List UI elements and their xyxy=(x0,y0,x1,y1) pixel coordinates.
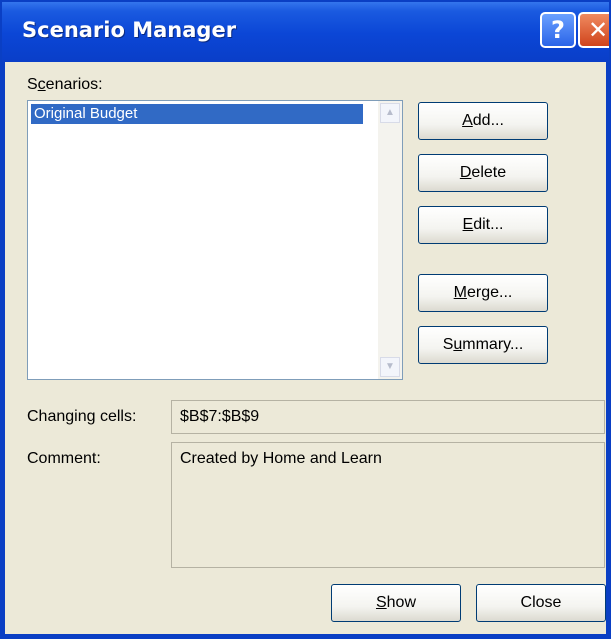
scroll-up-arrow-icon[interactable]: ▲ xyxy=(380,103,400,123)
question-mark-icon: ? xyxy=(551,16,565,44)
show-button[interactable]: Show xyxy=(331,584,461,622)
merge-button-label: erge... xyxy=(466,284,513,301)
merge-button[interactable]: Merge... xyxy=(418,274,548,312)
show-button-access-key: S xyxy=(375,594,387,611)
add-button-access-key: A xyxy=(462,112,473,129)
listbox-scrollbar[interactable]: ▲ ▼ xyxy=(378,101,402,379)
delete-button[interactable]: Delete xyxy=(418,154,548,192)
scenario-item-original-budget[interactable]: Original Budget xyxy=(31,104,363,124)
comment-label: Comment: xyxy=(27,450,101,467)
scenario-manager-dialog: Scenario Manager ? ✕ Scenarios: Original… xyxy=(0,0,611,639)
scenarios-listbox[interactable]: Original Budget ▲ ▼ xyxy=(27,100,403,380)
edit-button[interactable]: Edit... xyxy=(418,206,548,244)
summary-button-label-start: S xyxy=(442,336,454,353)
changing-cells-value: $B$7:$B$9 xyxy=(180,408,260,425)
scenarios-label-start: S xyxy=(27,76,38,93)
scroll-down-arrow-icon[interactable]: ▼ xyxy=(380,357,400,377)
close-window-button[interactable]: ✕ xyxy=(578,12,611,48)
comment-field: Created by Home and Learn xyxy=(171,442,605,568)
close-icon: ✕ xyxy=(587,16,609,44)
comment-value: Created by Home and Learn xyxy=(180,450,382,467)
show-button-label: how xyxy=(386,594,417,611)
edit-button-access-key: E xyxy=(462,216,474,233)
edit-button-label: dit... xyxy=(473,216,504,233)
title-bar[interactable]: Scenario Manager ? ✕ xyxy=(0,0,611,62)
merge-button-access-key: M xyxy=(453,284,467,301)
summary-button-label: mmary... xyxy=(462,336,524,353)
add-button-label: dd... xyxy=(472,112,504,129)
help-button[interactable]: ? xyxy=(540,12,576,48)
delete-button-label: elete xyxy=(471,164,507,181)
delete-button-access-key: D xyxy=(459,164,472,181)
changing-cells-field: $B$7:$B$9 xyxy=(171,400,605,434)
dialog-body: Scenarios: Original Budget ▲ ▼ Add... De… xyxy=(5,62,606,634)
close-button[interactable]: Close xyxy=(476,584,606,622)
summary-button[interactable]: Summary... xyxy=(418,326,548,364)
add-button[interactable]: Add... xyxy=(418,102,548,140)
window-title: Scenario Manager xyxy=(22,18,237,42)
scenarios-label-end: enarios: xyxy=(45,76,103,93)
scenarios-label: Scenarios: xyxy=(27,76,103,94)
summary-button-access-key: u xyxy=(453,336,463,353)
scenarios-label-access-key: c xyxy=(37,76,46,93)
changing-cells-label: Changing cells: xyxy=(27,408,137,425)
